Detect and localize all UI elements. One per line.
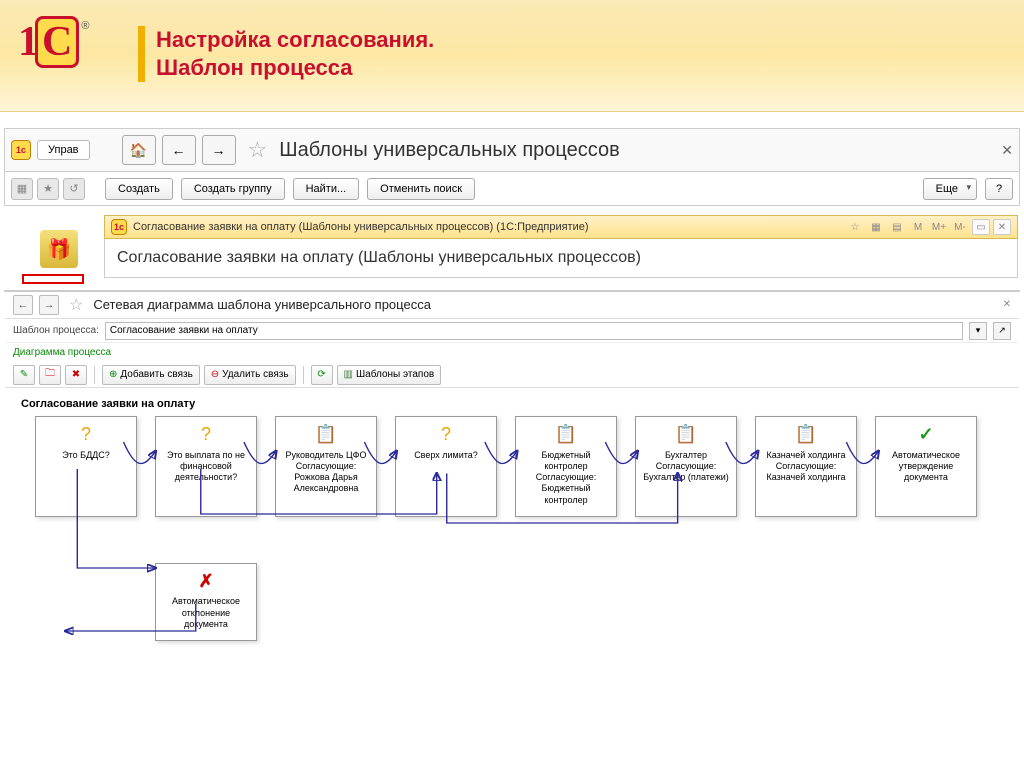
add-link-button[interactable]: ⊕Добавить связь [102,365,200,385]
node-accountant[interactable]: 📋Бухгалтер Согласующие: Бухгалтер (плате… [635,416,737,517]
node-budget-ctrl[interactable]: 📋Бюджетный контролер Согласующие: Бюджет… [515,416,617,517]
modal-m-minus[interactable]: M- [951,219,969,235]
node-treasurer[interactable]: 📋Казначей холдинга Согласующие: Казначей… [755,416,857,517]
grid-menu-icon[interactable]: ▦ [11,178,33,200]
dw-star-icon[interactable]: ☆ [69,295,83,315]
document-icon: 📋 [760,423,852,446]
question-icon: ? [40,423,132,446]
modal-close-icon[interactable]: ✕ [993,219,1011,235]
back-button[interactable]: ← [162,135,196,165]
node-auto-reject[interactable]: ✗Автоматическое отклонение документа [155,563,257,641]
diagram-window: ← → ☆ Сетевая диаграмма шаблона универса… [4,290,1020,292]
tool-cancel-icon[interactable]: ✖ [65,365,87,385]
tool-delete-icon[interactable]: 🗀 [39,365,61,385]
slide-title-line1: Настройка согласования. [156,26,434,54]
modal-tool-fav-icon[interactable]: ☆ [846,219,864,235]
template-field-row: Шаблон процесса: ▾ ↗ [5,319,1019,343]
close-icon[interactable]: ✕ [1001,142,1013,159]
document-icon: 📋 [520,423,612,446]
reject-icon: ✗ [160,570,252,593]
stage-templates-button[interactable]: ▥Шаблоны этапов [337,365,442,385]
selection-frame [22,274,84,284]
template-field-input[interactable] [105,322,963,340]
modal-tool-calc-icon[interactable]: ▤ [888,219,906,235]
dw-close-icon[interactable]: ✕ [1003,299,1011,310]
logo-1c: 1C® [18,18,88,76]
node-over-limit[interactable]: ?Сверх лимита? [395,416,497,517]
node-bdds[interactable]: ?Это БДДС? [35,416,137,517]
star-icon[interactable]: ★ [37,178,59,200]
slide-banner: 1C® Настройка согласования. Шаблон проце… [0,0,1024,112]
cancel-find-button[interactable]: Отменить поиск [367,178,475,200]
create-button[interactable]: Создать [105,178,173,200]
tool-edit-icon[interactable]: ✎ [13,365,35,385]
app-toolbar: ▦ ★ ↺ Создать Создать группу Найти... От… [4,172,1020,206]
node-row-1: ?Это БДДС? ?Это выплата по не финансовой… [35,416,1009,517]
node-cfo-head[interactable]: 📋Руководитель ЦФО Согласующие: Рожкова Д… [275,416,377,517]
page-title: Шаблоны универсальных процессов [279,139,619,162]
toolbar-separator [303,366,304,384]
section-label: Диаграмма процесса [5,343,1019,362]
diagram-toolbar: ✎ 🗀 ✖ ⊕Добавить связь ⊖Удалить связь ⟳ ▥… [5,362,1019,388]
modal-heading: Согласование заявки на оплату (Шаблоны у… [117,249,1005,267]
node-row-2: ✗Автоматическое отклонение документа [155,563,1009,641]
modal-title-text: Согласование заявки на оплату (Шаблоны у… [133,221,589,233]
node-nonfin[interactable]: ?Это выплата по не финансовой деятельнос… [155,416,257,517]
home-button[interactable]: 🏠 [122,135,156,165]
document-icon: 📋 [280,423,372,446]
field-open-button[interactable]: ↗ [993,322,1011,340]
question-icon: ? [400,423,492,446]
diagram-title: Сетевая диаграмма шаблона универсального… [93,297,431,312]
more-button[interactable]: Еще [923,178,977,200]
app-topnav: 1c Управ 🏠 ← → ☆ Шаблоны универсальных п… [4,128,1020,172]
field-dropdown-button[interactable]: ▾ [969,322,987,340]
toolbar-separator [94,366,95,384]
node-auto-approve[interactable]: ✓Автоматическое утверждение документа [875,416,977,517]
create-group-button[interactable]: Создать группу [181,178,285,200]
tab-chip[interactable]: Управ [37,140,90,160]
slide-title-line2: Шаблон процесса [156,54,434,82]
forward-button[interactable]: → [202,135,236,165]
check-icon: ✓ [880,423,972,446]
modal-m-plus[interactable]: M+ [930,219,948,235]
dw-back-button[interactable]: ← [13,295,33,315]
modal-window: 1c Согласование заявки на оплату (Шаблон… [104,215,1018,281]
gift-icon[interactable]: 🎁 [40,230,78,268]
app-logo-icon[interactable]: 1c [11,140,31,160]
dw-forward-button[interactable]: → [39,295,59,315]
tool-refresh-icon[interactable]: ⟳ [311,365,333,385]
modal-body: Согласование заявки на оплату (Шаблоны у… [104,239,1018,278]
help-button[interactable]: ? [985,178,1013,200]
history-icon[interactable]: ↺ [63,178,85,200]
modal-logo-icon: 1c [111,219,127,235]
slide-title: Настройка согласования. Шаблон процесса [156,26,434,81]
title-accent-bar [138,26,145,82]
modal-tool-grid-icon[interactable]: ▦ [867,219,885,235]
favorite-star-icon[interactable]: ☆ [248,137,268,163]
modal-minimize-icon[interactable]: ▭ [972,219,990,235]
modal-m[interactable]: M [909,219,927,235]
diagram-header: ← → ☆ Сетевая диаграмма шаблона универса… [5,291,1019,319]
delete-link-button[interactable]: ⊖Удалить связь [204,365,296,385]
document-icon: 📋 [640,423,732,446]
modal-titlebar[interactable]: 1c Согласование заявки на оплату (Шаблон… [104,215,1018,239]
question-icon: ? [160,423,252,446]
diagram-canvas[interactable]: Согласование заявки на оплату ?Это БДДС?… [5,388,1019,649]
find-button[interactable]: Найти... [293,178,360,200]
canvas-title: Согласование заявки на оплату [21,398,1009,410]
template-field-label: Шаблон процесса: [13,325,99,336]
